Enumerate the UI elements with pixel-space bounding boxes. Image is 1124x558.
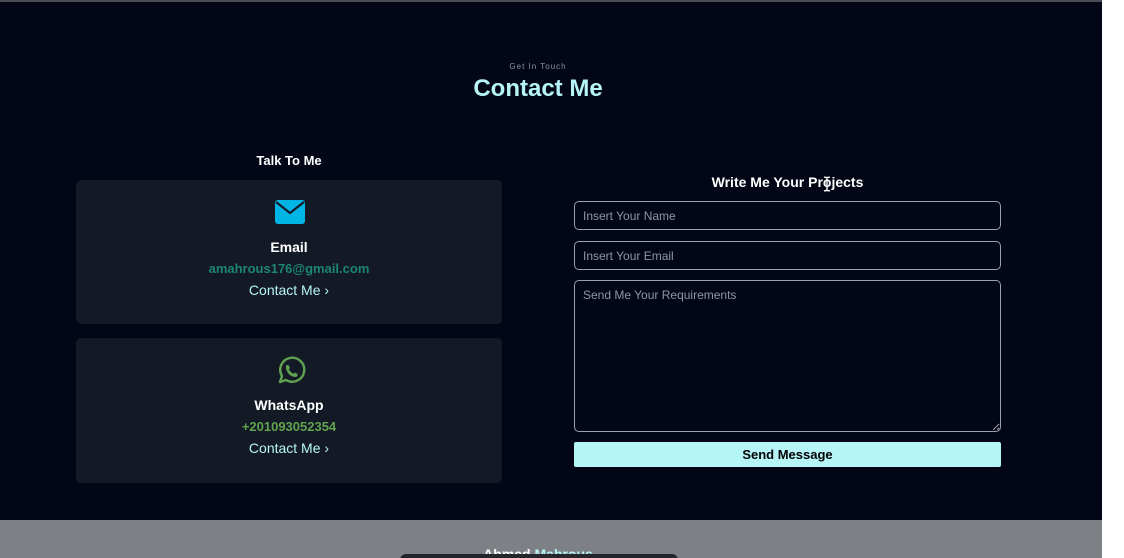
envelope-icon: [275, 200, 305, 224]
requirements-textarea[interactable]: [574, 280, 1001, 432]
contact-section: Get In Touch Contact Me Talk To Me Email…: [0, 2, 1102, 520]
talk-heading: Talk To Me: [256, 153, 322, 168]
whatsapp-contact-link[interactable]: Contact Me ›: [76, 440, 502, 456]
section-subtitle: Get In Touch: [509, 62, 567, 71]
email-contact-link[interactable]: Contact Me ›: [76, 282, 502, 298]
whatsapp-contact-link-label: Contact Me: [248, 440, 321, 456]
whatsapp-icon: [278, 356, 306, 384]
footer-pill: [400, 554, 678, 558]
whatsapp-label: WhatsApp: [254, 397, 324, 413]
whatsapp-value: +201093052354: [241, 419, 337, 434]
footer: Ahmed Mahrous: [0, 520, 1102, 558]
chevron-right-icon: ›: [324, 282, 330, 298]
text-cursor-icon: [823, 176, 831, 192]
whatsapp-card: WhatsApp +201093052354 Contact Me ›: [76, 338, 502, 483]
form-heading: Write Me Your Projects: [711, 174, 864, 190]
email-label: Email: [270, 239, 308, 255]
send-message-button[interactable]: Send Message: [574, 442, 1001, 467]
email-card: Email amahrous176@gmail.com Contact Me ›: [76, 180, 502, 324]
name-input[interactable]: [574, 201, 1001, 230]
chevron-right-icon: ›: [324, 440, 330, 456]
email-input[interactable]: [574, 241, 1001, 270]
email-contact-link-label: Contact Me: [248, 282, 321, 298]
section-title: Contact Me: [473, 75, 603, 102]
window-edge: [1102, 0, 1124, 558]
email-value: amahrous176@gmail.com: [208, 261, 370, 276]
